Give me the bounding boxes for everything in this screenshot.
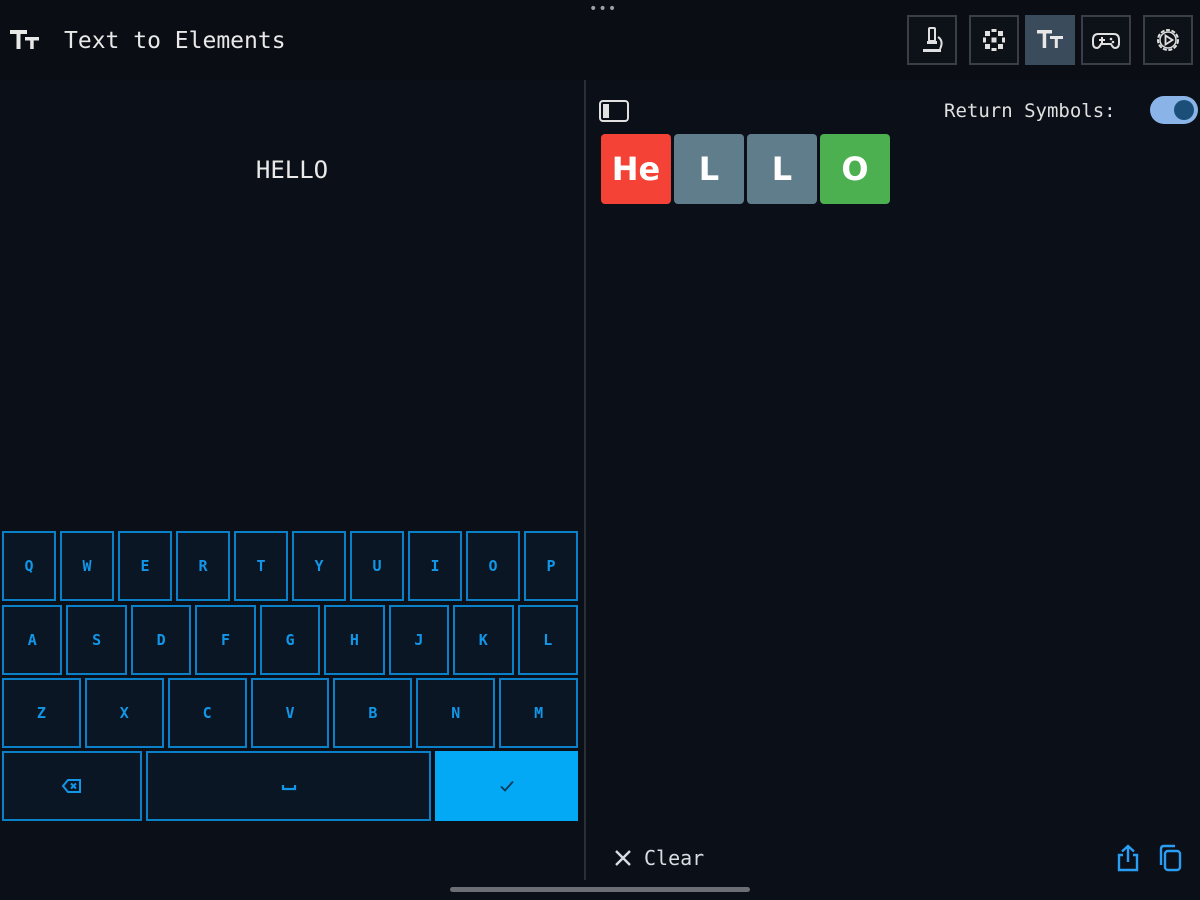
element-tile[interactable]: L [674, 134, 744, 204]
element-tiles: He L L O [601, 134, 890, 204]
element-tile[interactable]: O [820, 134, 890, 204]
app-title: Text to Elements [64, 28, 286, 54]
keyboard-row-3: Z X C V B N M [2, 678, 579, 748]
settings-play-icon [1157, 29, 1179, 51]
space-icon [281, 785, 296, 791]
sidebar-toggle-icon[interactable] [598, 98, 630, 124]
key-r[interactable]: R [176, 531, 230, 601]
key-t[interactable]: T [234, 531, 288, 601]
element-tile[interactable]: He [601, 134, 671, 204]
key-c[interactable]: C [167, 678, 247, 748]
key-g[interactable]: G [259, 605, 321, 675]
key-q[interactable]: Q [2, 531, 56, 601]
key-f[interactable]: F [195, 605, 256, 675]
key-y[interactable]: Y [292, 531, 346, 601]
periodic-grid-icon [983, 29, 1005, 51]
backspace-icon [61, 779, 81, 793]
gamepad-icon [1092, 33, 1120, 50]
key-m[interactable]: M [499, 678, 579, 748]
text-to-elements-button[interactable] [1025, 15, 1075, 65]
key-w[interactable]: W [60, 531, 114, 601]
text-size-icon [10, 30, 39, 49]
key-j[interactable]: J [388, 605, 450, 675]
clear-label: Clear [644, 846, 705, 870]
key-d[interactable]: D [130, 605, 192, 675]
enter-key[interactable] [435, 751, 578, 821]
keyboard-row-2: A S D F G H J K L [2, 605, 578, 675]
copy-icon[interactable] [1156, 843, 1184, 873]
key-s[interactable]: S [66, 605, 127, 675]
key-x[interactable]: X [84, 678, 164, 748]
backspace-key[interactable] [2, 751, 142, 821]
checkmark-icon [499, 780, 514, 792]
top-bar: ••• Text to Elements [0, 0, 1200, 80]
key-e[interactable]: E [118, 531, 172, 601]
close-icon [615, 850, 631, 866]
key-l[interactable]: L [517, 605, 578, 675]
key-n[interactable]: N [416, 678, 496, 748]
text-input-display[interactable]: HELLO [0, 150, 584, 190]
text-size-icon [1037, 30, 1063, 48]
share-icon[interactable] [1114, 843, 1142, 873]
microscope-icon [923, 27, 943, 52]
key-v[interactable]: V [250, 678, 330, 748]
window-options-icon[interactable]: ••• [589, 2, 616, 16]
keyboard-row-1: Q W E R T Y U I O P [2, 531, 578, 601]
return-symbols-label: Return Symbols: [944, 100, 1116, 122]
keyboard-row-4 [2, 751, 578, 821]
settings-button[interactable] [1143, 15, 1193, 65]
key-h[interactable]: H [324, 605, 385, 675]
key-z[interactable]: Z [2, 678, 81, 748]
space-key[interactable] [146, 751, 431, 821]
games-button[interactable] [1081, 15, 1131, 65]
microscope-button[interactable] [907, 15, 957, 65]
key-u[interactable]: U [350, 531, 404, 601]
key-p[interactable]: P [524, 531, 578, 601]
key-b[interactable]: B [333, 678, 413, 748]
key-i[interactable]: I [408, 531, 462, 601]
clear-button[interactable]: Clear [612, 842, 704, 874]
element-tile[interactable]: L [747, 134, 817, 204]
pane-divider[interactable] [584, 80, 586, 880]
key-a[interactable]: A [2, 605, 63, 675]
key-k[interactable]: K [453, 605, 514, 675]
home-indicator[interactable] [450, 887, 750, 892]
return-symbols-toggle[interactable] [1150, 96, 1198, 124]
periodic-table-button[interactable] [969, 15, 1019, 65]
toggle-knob [1174, 100, 1194, 120]
key-o[interactable]: O [466, 531, 520, 601]
